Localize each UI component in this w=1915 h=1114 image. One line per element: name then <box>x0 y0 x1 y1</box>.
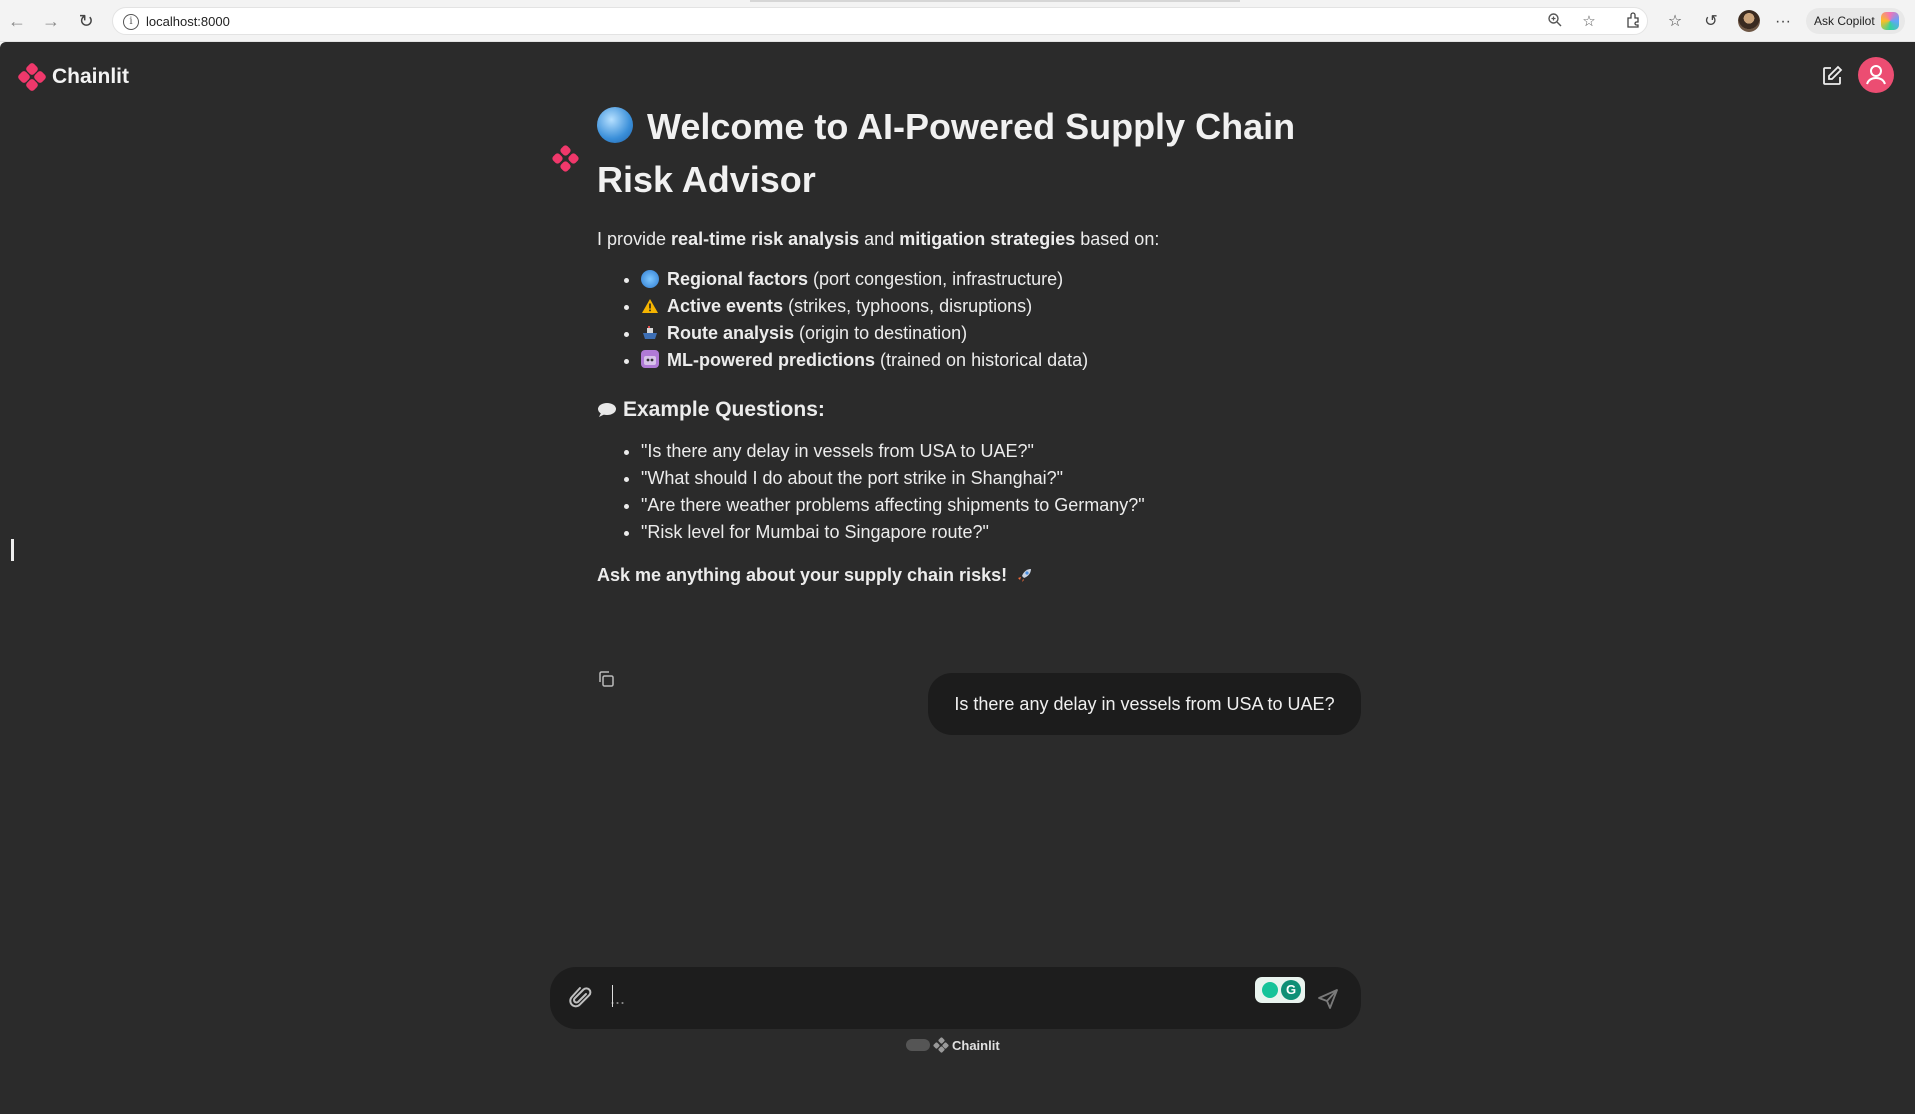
user-message: Is there any delay in vessels from USA t… <box>928 673 1361 735</box>
ask-copilot-button[interactable]: Ask Copilot <box>1806 8 1905 34</box>
browser-profile-avatar[interactable] <box>1738 10 1760 32</box>
list-item: "Risk level for Mumbai to Singapore rout… <box>641 519 1357 546</box>
message-composer: G <box>550 967 1361 1029</box>
examples-heading: Example Questions: <box>597 396 1357 424</box>
tab-indicator <box>750 0 1000 2</box>
forward-icon[interactable]: → <box>40 10 62 32</box>
user-icon <box>1866 65 1886 85</box>
chainlit-logo-icon <box>16 61 48 93</box>
address-bar[interactable]: i localhost:8000 ☆ <box>112 7 1648 35</box>
brand-name: Chainlit <box>52 65 129 88</box>
built-with-footer[interactable]: Chainlit <box>906 1035 1000 1055</box>
tab-indicator <box>1000 0 1240 2</box>
grammarly-icon: G <box>1281 980 1301 1000</box>
edit-icon <box>1823 65 1843 85</box>
feature-list: Regional factors (port congestion, infra… <box>641 266 1357 374</box>
robot-icon <box>641 350 659 368</box>
app-logo[interactable]: Chainlit <box>16 60 129 94</box>
browser-toolbar: ← → ↻ i localhost:8000 ☆ ☆ ↺ ··· Ask Cop… <box>0 0 1915 42</box>
history-icon[interactable]: ↺ <box>1700 11 1722 33</box>
extensions-icon[interactable] <box>1622 11 1644 33</box>
globe-icon <box>597 107 633 143</box>
assistant-message: Welcome to AI-Powered Supply Chain Risk … <box>597 100 1357 588</box>
copy-icon <box>599 671 614 687</box>
text-cursor <box>11 539 14 561</box>
reload-icon[interactable]: ↻ <box>75 10 97 32</box>
attach-button[interactable] <box>568 985 594 1011</box>
outro-text: Ask me anything about your supply chain … <box>597 562 1357 588</box>
list-item: "What should I do about the port strike … <box>641 465 1357 492</box>
intro-text: I provide real-time risk analysis and mi… <box>597 229 1160 249</box>
back-icon[interactable]: ← <box>6 10 28 32</box>
list-item: Regional factors (port congestion, infra… <box>641 266 1357 293</box>
toggle-icon <box>906 1039 930 1051</box>
new-chat-button[interactable] <box>1820 64 1844 88</box>
list-item: Active events (strikes, typhoons, disrup… <box>641 293 1357 320</box>
favorites-icon[interactable]: ☆ <box>1664 11 1686 33</box>
footer-label: Chainlit <box>952 1037 1000 1053</box>
address-url[interactable]: localhost:8000 <box>146 14 230 29</box>
earth-globe-icon <box>641 270 659 288</box>
assistant-avatar-icon <box>551 144 581 175</box>
chat-input[interactable] <box>610 982 1210 1014</box>
warning-icon <box>641 296 659 314</box>
list-item: ML-powered predictions (trained on histo… <box>641 347 1357 374</box>
paperclip-icon <box>569 987 592 1008</box>
chainlit-logo-icon <box>932 1036 950 1054</box>
example-questions-list: "Is there any delay in vessels from USA … <box>641 438 1357 546</box>
input-caret <box>612 985 613 1007</box>
send-icon <box>1318 989 1338 1009</box>
grammarly-assist-icon <box>1262 982 1278 998</box>
copilot-logo-icon <box>1880 12 1899 30</box>
rocket-icon <box>1016 565 1034 583</box>
ship-icon <box>641 323 659 341</box>
user-avatar-button[interactable] <box>1858 57 1894 93</box>
copy-button[interactable] <box>597 670 615 688</box>
list-item: "Is there any delay in vessels from USA … <box>641 438 1357 465</box>
copilot-label: Ask Copilot <box>1814 14 1875 28</box>
more-menu-icon[interactable]: ··· <box>1772 11 1794 33</box>
list-item: Route analysis (origin to destination) <box>641 320 1357 347</box>
grammarly-widget[interactable]: G <box>1255 977 1305 1003</box>
send-button[interactable] <box>1316 987 1340 1011</box>
speech-bubble-icon <box>597 399 616 417</box>
zoom-icon[interactable] <box>1545 12 1565 32</box>
list-item: "Are there weather problems affecting sh… <box>641 492 1357 519</box>
favorite-star-icon[interactable]: ☆ <box>1579 12 1599 32</box>
site-info-icon[interactable]: i <box>123 14 139 30</box>
message-title: Welcome to AI-Powered Supply Chain Risk … <box>597 106 1296 200</box>
